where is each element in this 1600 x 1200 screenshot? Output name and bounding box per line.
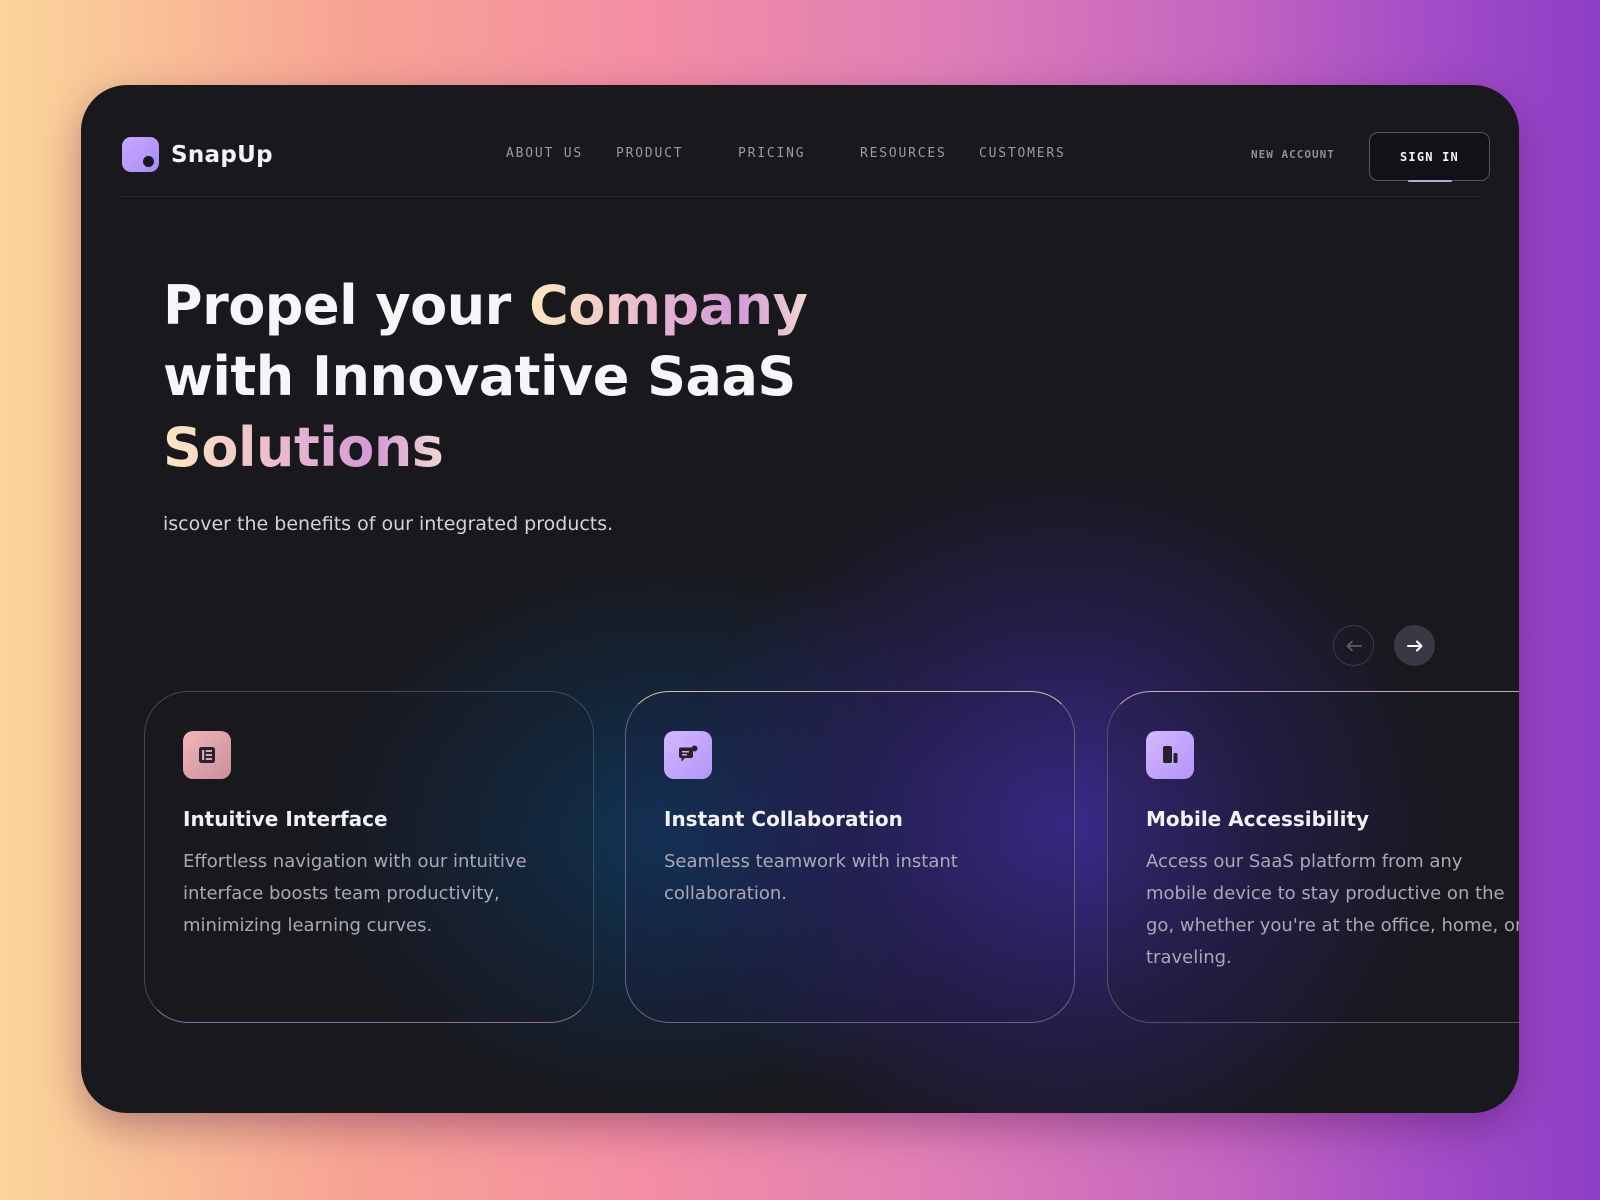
chat-icon [664, 731, 712, 779]
hero-title-highlight-company: Company [529, 274, 808, 337]
nav-item-resources[interactable]: RESOURCES [860, 146, 947, 161]
carousel-next-button[interactable] [1394, 625, 1435, 666]
hero-title-highlight-solutions: Solutions [163, 416, 444, 479]
arrow-right-icon [1406, 640, 1422, 651]
top-navigation-bar: SnapUp ABOUT US PRODUCT PRICING RESOURCE… [122, 132, 1490, 197]
feature-card-title: Instant Collaboration [664, 807, 903, 831]
nav-item-about-us[interactable]: ABOUT US [506, 146, 583, 161]
hero-title-line2: with Innovative SaaS [163, 345, 796, 408]
arrow-left-icon [1346, 640, 1362, 651]
hero-title-line1-start: Propel your [163, 274, 530, 337]
layout-icon [183, 731, 231, 779]
main-nav: ABOUT US PRODUCT PRICING RESOURCES CUSTO… [122, 133, 1478, 197]
sign-in-button[interactable]: SIGN IN [1369, 132, 1490, 182]
hero-subtitle: iscover the benefits of our integrated p… [163, 513, 614, 535]
feature-card-intuitive-interface[interactable]: Intuitive Interface Effortless navigatio… [144, 691, 594, 1023]
feature-card-instant-collaboration[interactable]: Instant Collaboration Seamless teamwork … [625, 691, 1075, 1023]
feature-card-description: Effortless navigation with our intuitive… [183, 851, 527, 936]
feature-card-description: Access our SaaS platform from any mobile… [1146, 851, 1519, 968]
feature-card-description: Seamless teamwork with instant collabora… [664, 851, 958, 904]
hero-title: Propel your Company with Innovative SaaS S… [163, 270, 883, 483]
feature-card-mobile-accessibility[interactable]: Mobile Accessibility Access our SaaS pla… [1107, 691, 1519, 1023]
nav-item-pricing[interactable]: PRICING [738, 146, 805, 161]
mobile-devices-icon [1146, 731, 1194, 779]
nav-item-customers[interactable]: CUSTOMERS [979, 146, 1066, 161]
feature-card-title: Mobile Accessibility [1146, 807, 1370, 831]
carousel-prev-button[interactable] [1333, 625, 1374, 666]
nav-item-product[interactable]: PRODUCT [616, 146, 683, 161]
app-window: SnapUp ABOUT US PRODUCT PRICING RESOURCE… [81, 85, 1519, 1113]
new-account-link[interactable]: NEW ACCOUNT [1251, 148, 1335, 161]
feature-card-title: Intuitive Interface [183, 807, 388, 831]
